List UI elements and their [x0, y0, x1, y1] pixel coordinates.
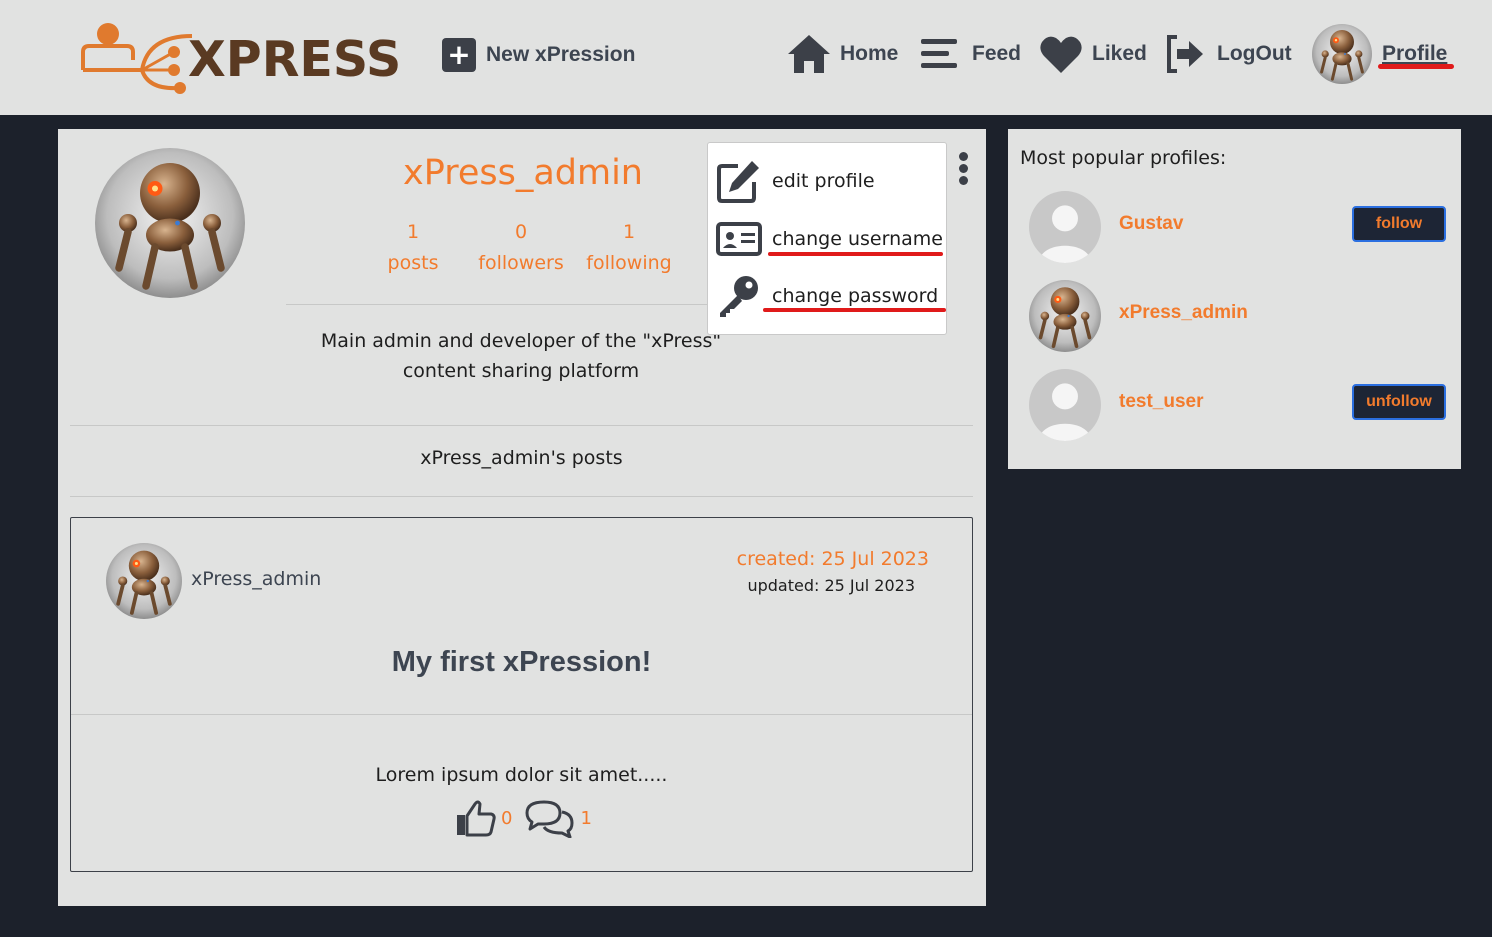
logout-icon — [1167, 35, 1203, 73]
logo-text: XPRESS — [188, 31, 402, 88]
nav-logout-label: LogOut — [1217, 42, 1292, 65]
comments-count: 1 — [580, 807, 592, 829]
xpress-logo[interactable]: XPRESS — [80, 22, 402, 94]
bio-divider — [70, 425, 973, 426]
post-title[interactable]: My first xPression! — [71, 646, 972, 679]
nav-home[interactable]: Home — [786, 30, 898, 78]
nav-feed-label: Feed — [972, 42, 1022, 65]
home-icon — [788, 35, 830, 73]
comments-icon[interactable] — [524, 798, 576, 838]
popular-profile-name[interactable]: Gustav — [1119, 213, 1183, 235]
popular-profile-avatar[interactable] — [1029, 191, 1101, 263]
popular-profile-avatar[interactable] — [1029, 280, 1101, 352]
new-xpression-button[interactable]: + New xPression — [442, 38, 635, 72]
stats-divider — [286, 304, 756, 305]
follow-button[interactable]: follow — [1352, 206, 1446, 242]
post-reactions: 0 1 — [455, 798, 600, 838]
stat-posts: 1 posts — [358, 217, 468, 279]
post-updated-date: updated: 25 Jul 2023 — [747, 576, 915, 595]
key-icon — [720, 276, 758, 317]
popular-profiles-card: Most popular profiles: Gustav follow xPr… — [1008, 129, 1461, 469]
popular-profile-avatar[interactable] — [1029, 369, 1101, 441]
popular-profile-name[interactable]: test_user — [1119, 391, 1204, 413]
stat-following-count: 1 — [622, 221, 636, 243]
menu-change-username-label: change username — [772, 228, 943, 250]
post-body: Lorem ipsum dolor sit amet..... — [375, 764, 668, 786]
posts-heading: xPress_admin's posts — [420, 447, 623, 469]
id-card-icon — [716, 222, 762, 256]
stat-posts-label: posts — [387, 252, 439, 274]
nav-feed[interactable]: Feed — [918, 30, 1021, 78]
stat-posts-count: 1 — [406, 221, 420, 243]
popular-profile-row: Gustav follow — [1029, 191, 1449, 263]
popular-profile-row: xPress_admin — [1029, 280, 1449, 352]
stat-following[interactable]: 1 following — [574, 217, 684, 279]
stat-following-label: following — [586, 252, 672, 274]
posts-heading-divider — [70, 496, 973, 497]
stat-followers[interactable]: 0 followers — [466, 217, 576, 279]
top-navbar: XPRESS + New xPression Home Feed Liked L… — [0, 0, 1492, 115]
post-author-avatar[interactable] — [106, 543, 182, 619]
menu-change-password[interactable]: change password — [716, 273, 944, 319]
edit-icon — [717, 161, 759, 203]
post-card: xPress_admin created: 25 Jul 2023 update… — [70, 517, 973, 872]
plus-icon: + — [442, 38, 476, 72]
post-created-date: created: 25 Jul 2023 — [736, 548, 929, 570]
profile-username: xPress_admin — [403, 153, 643, 193]
thumbs-up-icon[interactable] — [455, 798, 497, 838]
nav-home-label: Home — [840, 42, 899, 65]
profile-options-menu: edit profile change username change pass… — [707, 142, 947, 335]
nav-avatar — [1312, 24, 1372, 84]
profile-avatar — [95, 148, 245, 298]
post-divider — [71, 714, 972, 715]
profile-highlight-underline — [1378, 64, 1454, 69]
feed-menu-icon — [921, 39, 957, 68]
menu-edit-profile[interactable]: edit profile — [716, 158, 944, 204]
post-author[interactable]: xPress_admin — [191, 568, 321, 590]
stat-followers-label: followers — [478, 252, 564, 274]
unfollow-button[interactable]: unfollow — [1352, 384, 1446, 420]
profile-bio: Main admin and developer of the "xPress"… — [298, 326, 744, 386]
bio-line-2: content sharing platform — [402, 360, 640, 382]
bio-line-1: Main admin and developer of the "xPress" — [320, 330, 722, 352]
likes-count: 0 — [501, 807, 513, 829]
new-xpression-label: New xPression — [486, 43, 636, 66]
heart-icon — [1040, 36, 1082, 73]
popular-profile-name[interactable]: xPress_admin — [1119, 302, 1248, 324]
stat-followers-count: 0 — [514, 221, 528, 243]
menu-edit-profile-label: edit profile — [772, 170, 875, 192]
nav-profile-label: Profile — [1382, 42, 1448, 65]
popular-profiles-title: Most popular profiles: — [1020, 147, 1227, 169]
password-highlight-underline — [763, 308, 946, 312]
menu-change-password-label: change password — [772, 285, 939, 307]
nav-profile[interactable]: Profile — [1312, 24, 1447, 84]
nav-liked-label: Liked — [1092, 42, 1147, 65]
nav-liked[interactable]: Liked — [1038, 30, 1147, 78]
profile-options-icon[interactable] — [954, 152, 972, 190]
logo-mark-icon — [81, 23, 193, 94]
nav-logout[interactable]: LogOut — [1163, 30, 1292, 78]
popular-profile-row: test_user unfollow — [1029, 369, 1449, 441]
username-highlight-underline — [768, 252, 943, 256]
